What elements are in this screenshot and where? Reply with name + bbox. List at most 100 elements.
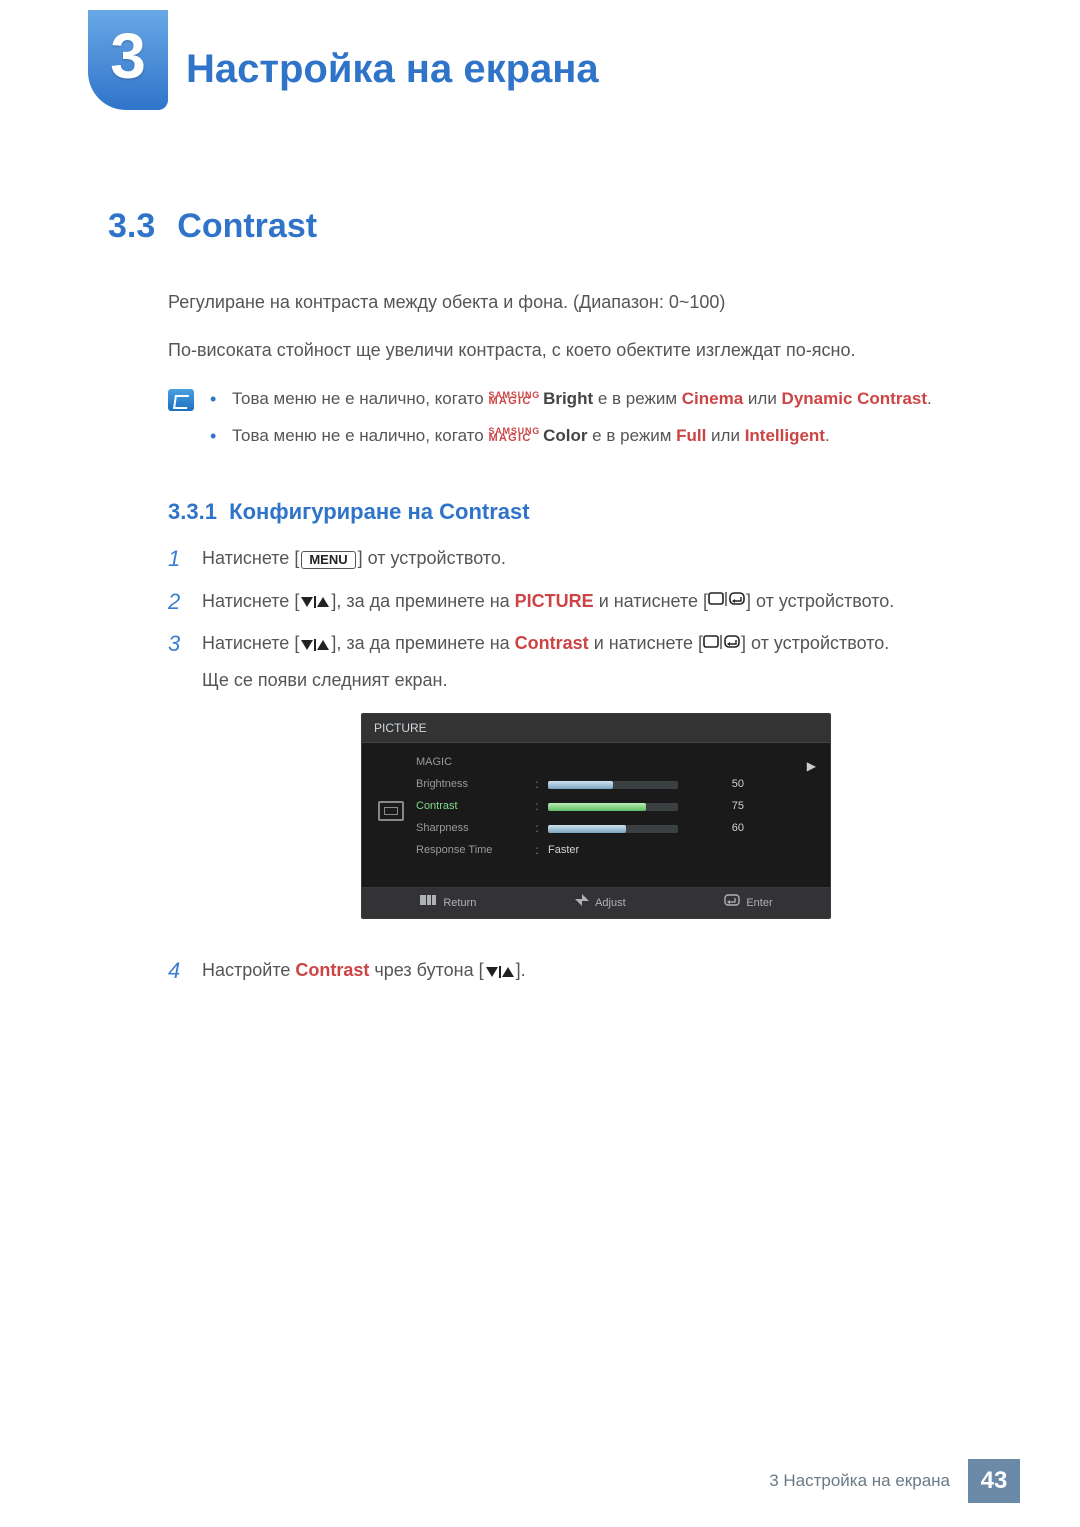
section-heading: 3.3 Contrast bbox=[108, 200, 990, 253]
subsection-heading: 3.3.1 Конфигуриране на Contrast bbox=[168, 495, 990, 529]
osd-category-icon-column bbox=[372, 751, 410, 871]
step-text: ], за да преминете на bbox=[331, 591, 514, 611]
steps-list: 1 Натиснете [MENU] от устройството. 2 На… bbox=[168, 545, 990, 986]
step-text: и натиснете [ bbox=[594, 591, 708, 611]
note-text: . bbox=[927, 389, 932, 408]
step-number: 1 bbox=[168, 545, 188, 574]
step-body: Натиснете [], за да преминете на Contras… bbox=[202, 630, 990, 943]
note-icon bbox=[168, 389, 194, 411]
down-up-arrows-icon bbox=[299, 631, 331, 659]
mode-word: Cinema bbox=[682, 389, 743, 408]
osd-footer-enter: Enter bbox=[724, 894, 772, 912]
step-1: 1 Натиснете [MENU] от устройството. bbox=[168, 545, 990, 574]
osd-colon: : bbox=[532, 841, 542, 860]
magic-logo: SAMSUNGMAGIC bbox=[488, 428, 540, 442]
osd-label-selected: Contrast bbox=[416, 798, 526, 815]
step-text: Натиснете [ bbox=[202, 633, 299, 653]
osd-label: Brightness bbox=[416, 776, 526, 793]
mode-word: Intelligent bbox=[745, 426, 825, 445]
note-item: Това меню не е налично, когато SAMSUNGMA… bbox=[210, 386, 932, 412]
osd-label: Response Time bbox=[416, 842, 526, 859]
osd-footer-adjust: Adjust bbox=[575, 894, 626, 912]
osd-arrow-right-icon: ▶ bbox=[807, 757, 816, 776]
osd-footer-return: Return bbox=[419, 894, 476, 912]
source-enter-icon bbox=[703, 631, 741, 659]
osd-row-response: Response Time : Faster bbox=[416, 839, 820, 861]
down-up-arrows-icon bbox=[299, 588, 331, 616]
highlight-word: Contrast bbox=[515, 633, 589, 653]
note-text: . bbox=[825, 426, 830, 445]
intro-paragraph-1: Регулиране на контраста между обекта и ф… bbox=[168, 289, 990, 317]
osd-row-brightness: Brightness : 50 bbox=[416, 773, 820, 795]
note-text: е в режим bbox=[587, 426, 676, 445]
page-number: 43 bbox=[968, 1459, 1020, 1503]
note-text: или bbox=[743, 389, 781, 408]
osd-label: Sharpness bbox=[416, 820, 526, 837]
step-2: 2 Натиснете [], за да преминете на PICTU… bbox=[168, 588, 990, 617]
osd-colon: : bbox=[532, 819, 542, 838]
mode-word: Full bbox=[676, 426, 706, 445]
subsection-number: 3.3.1 bbox=[168, 499, 217, 524]
step-number: 4 bbox=[168, 957, 188, 986]
osd-screenshot: PICTURE ▶ MAGIC Brightne bbox=[361, 713, 831, 920]
page-footer: 3 Настройка на екрана 43 bbox=[0, 1459, 1080, 1503]
note-list: Това меню не е налично, когато SAMSUNGMA… bbox=[210, 386, 932, 459]
step-text: ] от устройството. bbox=[746, 591, 894, 611]
step-text: ] от устройството. bbox=[358, 548, 506, 568]
magic-logo: SAMSUNGMAGIC bbox=[488, 392, 540, 406]
note-item: Това меню не е налично, когато SAMSUNGMA… bbox=[210, 423, 932, 449]
picture-icon bbox=[378, 801, 404, 821]
osd-row-contrast: Contrast : 75 bbox=[416, 795, 820, 817]
osd-colon: : bbox=[532, 797, 542, 816]
step-text: ] от устройството. bbox=[741, 633, 889, 653]
osd-value: 50 bbox=[714, 776, 744, 793]
step-4: 4 Настройте Contrast чрез бутона []. bbox=[168, 957, 990, 986]
step-text: Натиснете [ bbox=[202, 591, 299, 611]
step-body: Настройте Contrast чрез бутона []. bbox=[202, 957, 990, 985]
magic-suffix: Bright bbox=[543, 389, 593, 408]
note-text: Това меню не е налично, когато bbox=[232, 389, 488, 408]
step-text: и натиснете [ bbox=[589, 633, 703, 653]
intro-paragraph-2: По-високата стойност ще увеличи контраст… bbox=[168, 337, 990, 365]
highlight-word: PICTURE bbox=[515, 591, 594, 611]
adjust-icon bbox=[575, 894, 589, 912]
step-text: чрез бутона [ bbox=[369, 960, 483, 980]
osd-title: PICTURE bbox=[362, 714, 830, 744]
enter-icon bbox=[724, 894, 740, 912]
osd-footer: Return Adjust Enter bbox=[362, 888, 830, 918]
osd-bar bbox=[548, 775, 708, 794]
chapter-header: 3 Настройка на екрана bbox=[0, 0, 1080, 110]
section-number: 3.3 bbox=[108, 200, 155, 253]
osd-value: 60 bbox=[714, 820, 744, 837]
osd-panel: PICTURE ▶ MAGIC Brightne bbox=[361, 713, 831, 920]
step-body: Натиснете [MENU] от устройството. bbox=[202, 545, 990, 573]
footer-text: 3 Настройка на екрана bbox=[769, 1468, 950, 1494]
step-text: ]. bbox=[516, 960, 526, 980]
osd-row-magic: MAGIC bbox=[416, 751, 820, 773]
osd-body: ▶ MAGIC Brightness : bbox=[362, 743, 830, 888]
note-block: Това меню не е налично, когато SAMSUNGMA… bbox=[168, 386, 990, 459]
step-3: 3 Натиснете [], за да преминете на Contr… bbox=[168, 630, 990, 943]
step-text: Ще се появи следният екран. bbox=[202, 670, 447, 690]
osd-colon: : bbox=[532, 775, 542, 794]
note-text: или bbox=[706, 426, 744, 445]
source-enter-icon bbox=[708, 588, 746, 616]
return-icon bbox=[419, 894, 437, 912]
chapter-number-badge: 3 bbox=[88, 10, 168, 110]
page-content: 3.3 Contrast Регулиране на контраста межд… bbox=[0, 110, 1080, 986]
osd-footer-label: Enter bbox=[746, 895, 772, 912]
osd-value: 75 bbox=[714, 798, 744, 815]
section-title: Contrast bbox=[177, 207, 317, 245]
highlight-word: Contrast bbox=[295, 960, 369, 980]
chapter-title: Настройка на екрана bbox=[186, 10, 599, 100]
osd-bar bbox=[548, 819, 708, 838]
menu-button-key: MENU bbox=[301, 551, 355, 569]
mode-word: Dynamic Contrast bbox=[782, 389, 927, 408]
osd-bar bbox=[548, 797, 708, 816]
osd-menu: MAGIC Brightness : 50 Contrast bbox=[410, 751, 820, 871]
osd-footer-label: Return bbox=[443, 895, 476, 912]
osd-label: MAGIC bbox=[416, 754, 526, 771]
magic-suffix: Color bbox=[543, 426, 587, 445]
osd-row-sharpness: Sharpness : 60 bbox=[416, 817, 820, 839]
osd-footer-label: Adjust bbox=[595, 895, 626, 912]
